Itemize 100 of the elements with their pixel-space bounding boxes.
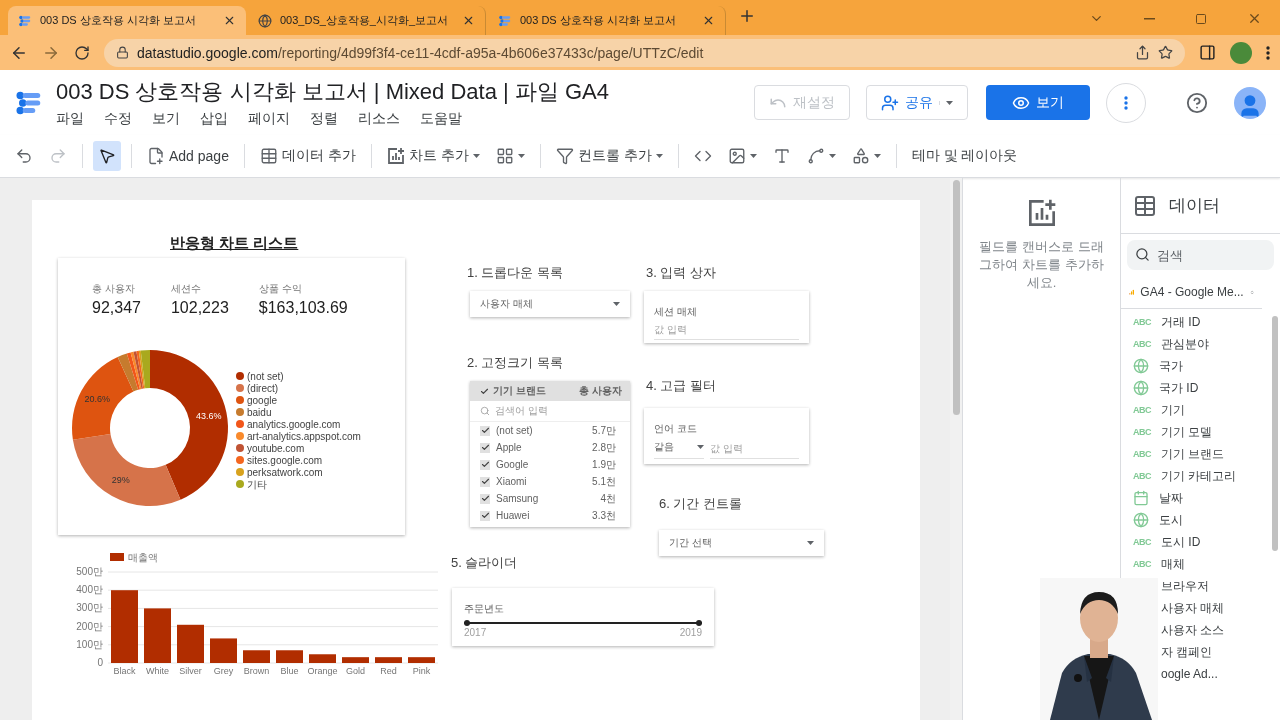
minimize-icon[interactable] [1144, 17, 1155, 20]
menu-icon[interactable] [1266, 45, 1270, 60]
chart-tool[interactable]: 차트 추가 [381, 141, 485, 171]
share-button[interactable]: 공유 [866, 85, 968, 120]
item-label: (not set) [496, 425, 534, 436]
data-tool[interactable]: 데이터 추가 [254, 141, 361, 171]
legend-dot [236, 480, 244, 488]
legend-dot [236, 384, 244, 392]
checkbox[interactable] [480, 442, 490, 453]
browser-tab[interactable]: 003 DS 상호작용 시각화 보고서 [8, 6, 246, 35]
page-tool[interactable]: Add page [142, 141, 234, 171]
menu-item[interactable]: 보기 [152, 110, 180, 128]
slice-label: 29% [111, 475, 130, 486]
menu-item[interactable]: 삽입 [200, 110, 228, 128]
slice-label: 20.6% [84, 394, 110, 405]
chart-plus-icon [1026, 198, 1057, 228]
field-item[interactable]: 국가 [1121, 355, 1183, 377]
field-label: 주문년도 [464, 603, 504, 614]
list-item[interactable]: Apple 2.8만 [470, 439, 630, 456]
field-item[interactable]: ABC 거래 ID [1121, 311, 1201, 333]
field-label: 언어 코드 [654, 423, 697, 434]
item-value: 3.3천 [592, 508, 616, 523]
field-item[interactable]: 브라우저 [1161, 575, 1209, 597]
checkbox[interactable] [480, 459, 490, 470]
field-item[interactable]: oogle Ad... [1161, 663, 1218, 685]
checkbox[interactable] [480, 510, 490, 521]
bar [144, 608, 171, 663]
checkbox[interactable] [480, 493, 490, 504]
list-item[interactable]: Samsung 4천 [470, 490, 630, 507]
operator-dropdown[interactable]: 같음 [654, 438, 704, 459]
type-label: ABC [1133, 339, 1151, 349]
menu-item[interactable]: 도움말 [420, 110, 462, 128]
type-label: ABC [1133, 317, 1151, 327]
dropdown[interactable]: 사용자 매체 [470, 291, 630, 317]
item-label: Xiaomi [496, 476, 528, 487]
field-item[interactable]: ABC 기기 모델 [1121, 421, 1213, 443]
type-label: ABC [1133, 559, 1151, 569]
maximize-icon [1195, 12, 1207, 25]
field-item[interactable]: 날짜 [1121, 487, 1183, 509]
dropdown[interactable]: 기간 선택 [659, 530, 824, 556]
slider-thumb[interactable] [696, 620, 702, 626]
axis-tick-label: 100만 [76, 638, 103, 650]
axis-category-label: Brown [243, 666, 270, 676]
avatar[interactable] [1234, 86, 1266, 119]
slider-thumb[interactable] [464, 620, 470, 626]
field-item[interactable]: 자 캠페인 [1161, 641, 1213, 663]
page-plus-icon [147, 147, 165, 165]
list-item[interactable]: Xiaomi 5.1천 [470, 473, 630, 490]
bar [243, 650, 270, 663]
list-item[interactable]: Google 1.9만 [470, 456, 630, 473]
report-title[interactable]: 003 DS 상호작용 시각화 보고서 | Mixed Data | 파일 GA4 [56, 77, 742, 107]
menu-item[interactable]: 페이지 [248, 110, 290, 128]
field-item[interactable]: 사용자 매체 [1161, 597, 1225, 619]
filter-icon [555, 147, 574, 165]
field-item[interactable]: 국가 ID [1121, 377, 1199, 399]
undo-icon [15, 147, 33, 165]
menu-item[interactable]: 수정 [104, 110, 132, 128]
field-item[interactable]: ABC 기기 브랜드 [1121, 443, 1225, 465]
kpi-value: 92,347 [92, 298, 141, 318]
list-item[interactable]: (not set) 5.7만 [470, 422, 630, 439]
address-bar[interactable]: datastudio.google.com/reporting/4d99f3f4-ce11-4cdf-a95a-4b606e37433c/page/UTTzC/edit [104, 38, 1185, 67]
field-item[interactable]: ABC 관심분야 [1121, 333, 1209, 355]
data-source[interactable]: GA4 - Google Me... [1121, 276, 1262, 309]
legend-dot [236, 420, 244, 428]
axis-tick-label: 500만 [76, 566, 103, 577]
menu-item[interactable]: 파일 [56, 110, 84, 128]
scrollbar-thumb[interactable] [952, 180, 960, 415]
field-item[interactable]: ABC 기기 카테고리 [1121, 465, 1237, 487]
bar [309, 654, 336, 663]
select-tool[interactable] [93, 141, 121, 171]
control-heading: 6. 기간 컨트롤 [659, 496, 743, 511]
slice-label: 43.6% [196, 411, 222, 421]
field-item[interactable]: ABC 기기 [1121, 399, 1185, 421]
search-field[interactable]: 검색 [1127, 240, 1274, 270]
legend-dot [236, 468, 244, 476]
field-item[interactable]: 도시 [1121, 509, 1183, 531]
list-item[interactable]: Huawei 3.3천 [470, 507, 630, 524]
field-label: 세션 매체 [654, 306, 697, 317]
item-value: 5.1천 [592, 474, 616, 489]
control-tool[interactable]: 컨트롤 추가 [550, 141, 668, 171]
checkbox[interactable] [480, 476, 490, 487]
menu-item[interactable]: 정렬 [310, 110, 338, 128]
control-heading: 5. 슬라이더 [451, 555, 518, 570]
redo-icon [49, 147, 67, 165]
view-button[interactable]: 보기 [986, 85, 1090, 120]
legend-label: (not set) [247, 371, 284, 382]
theme-tool[interactable]: 테마 및 레이아웃 [906, 141, 1023, 171]
lock-icon [116, 46, 129, 59]
more-icon[interactable] [1124, 95, 1128, 110]
field-item[interactable]: ABC 도시 ID [1121, 531, 1201, 553]
field-item[interactable]: ABC 매체 [1121, 553, 1185, 575]
menu-item[interactable]: 리소스 [358, 110, 400, 128]
column-header: 기기 브랜드 [493, 384, 547, 398]
control-heading: 2. 고정크기 목록 [467, 355, 564, 370]
table-icon [259, 147, 278, 165]
slider-track[interactable] [464, 619, 702, 627]
scrollbar-thumb[interactable] [1272, 316, 1278, 551]
checkbox[interactable] [480, 425, 490, 436]
axis-category-label: Pink [412, 666, 431, 676]
field-item[interactable]: 사용자 소스 [1161, 619, 1225, 641]
